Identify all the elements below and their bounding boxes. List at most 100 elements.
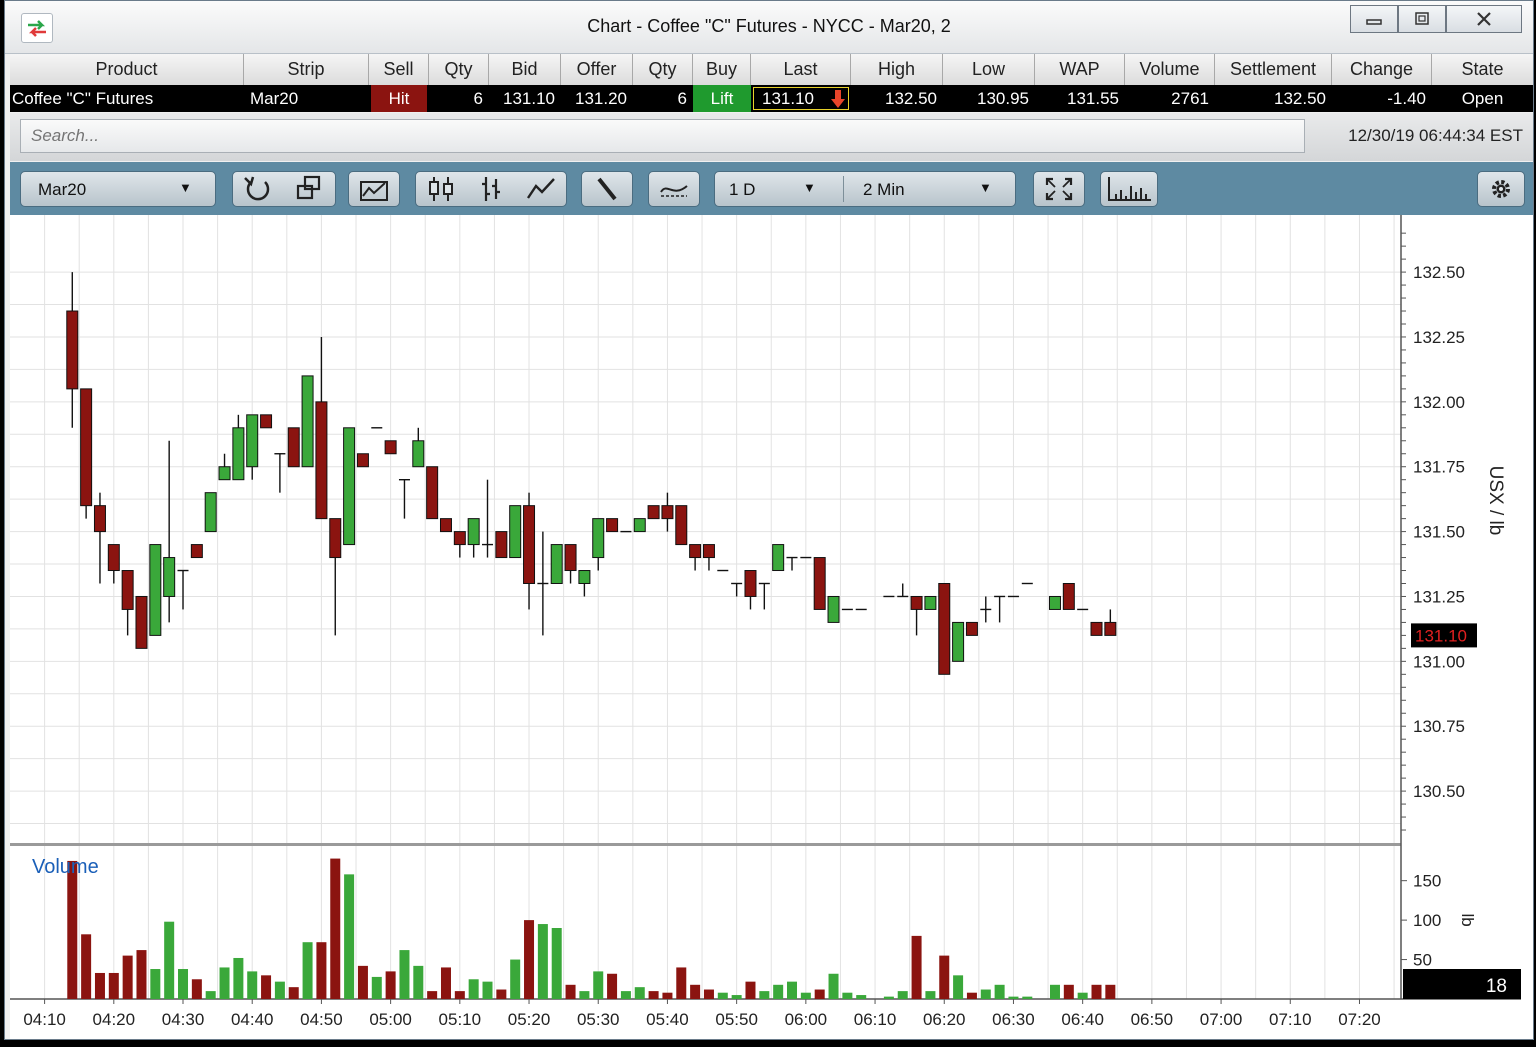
lift-button[interactable]: Lift xyxy=(693,85,751,112)
candle xyxy=(661,492,674,532)
chart-type-button[interactable] xyxy=(348,171,400,207)
col-settlement[interactable]: Settlement xyxy=(1215,54,1332,85)
chevron-down-icon[interactable]: ▼ xyxy=(803,180,816,195)
refresh-icon[interactable] xyxy=(241,174,275,204)
bid-cell[interactable]: 131.10 xyxy=(489,85,561,112)
volume-bar xyxy=(330,858,341,999)
period-interval-group: 1 D ▼ 2 Min ▼ xyxy=(714,171,1016,207)
hit-button[interactable]: Hit xyxy=(371,85,427,112)
time-axis-label: 06:20 xyxy=(923,1010,966,1029)
draw-line-icon xyxy=(597,177,617,201)
col-wap[interactable]: WAP xyxy=(1035,54,1125,85)
settings-button[interactable] xyxy=(1477,171,1525,207)
close-button[interactable] xyxy=(1446,5,1522,33)
col-change[interactable]: Change xyxy=(1332,54,1432,85)
volume-bar xyxy=(440,967,451,999)
candle-body xyxy=(495,531,508,559)
time-axis-label: 07:20 xyxy=(1338,1010,1381,1029)
minimize-button[interactable] xyxy=(1350,5,1398,33)
last-price-tag-label: 131.10 xyxy=(1415,626,1467,645)
col-bid[interactable]: Bid xyxy=(489,54,561,85)
title-bar[interactable]: Chart - Coffee "C" Futures - NYCC - Mar2… xyxy=(5,1,1533,54)
volume-bar xyxy=(828,973,839,999)
indicators-button[interactable] xyxy=(648,171,700,207)
price-axis-label: 131.50 xyxy=(1413,523,1465,542)
candle-body xyxy=(661,505,674,520)
col-offer-qty[interactable]: Qty xyxy=(633,54,693,85)
low-cell: 130.95 xyxy=(977,89,1029,108)
volume-bar xyxy=(565,984,576,999)
col-sell[interactable]: Sell xyxy=(369,54,429,85)
undo-layout-group xyxy=(232,171,336,207)
candle xyxy=(633,518,646,533)
col-product[interactable]: Product xyxy=(10,54,244,85)
col-bid-qty[interactable]: Qty xyxy=(429,54,489,85)
col-volume[interactable]: Volume xyxy=(1125,54,1215,85)
volume-bar xyxy=(316,942,327,999)
candle-body xyxy=(260,414,273,429)
candle xyxy=(994,595,1006,623)
volume-bar xyxy=(205,991,216,999)
fullscreen-button[interactable] xyxy=(1033,171,1085,207)
col-high[interactable]: High xyxy=(851,54,943,85)
chevron-down-icon[interactable]: ▼ xyxy=(979,180,992,195)
volume-bar xyxy=(717,992,728,999)
line-series-icon[interactable] xyxy=(524,174,558,204)
chart-area[interactable]: 132.50 132.25 132.00 131.75 131.50 131.25 131.… xyxy=(10,215,1533,1039)
candle-body xyxy=(523,505,536,584)
col-offer[interactable]: Offer xyxy=(561,54,633,85)
col-strip[interactable]: Strip xyxy=(244,54,369,85)
strip-dropdown[interactable]: Mar20 ▼ xyxy=(20,171,216,207)
indicator-icon xyxy=(660,185,688,197)
candle-body xyxy=(924,595,937,610)
volume-bar xyxy=(454,991,465,999)
candle xyxy=(135,595,148,649)
product-cell: Coffee "C" Futures xyxy=(12,89,154,108)
col-last[interactable]: Last xyxy=(751,54,851,85)
col-low[interactable]: Low xyxy=(943,54,1035,85)
volume-bar xyxy=(690,984,701,999)
draw-tool-button[interactable] xyxy=(581,171,633,207)
search-input[interactable] xyxy=(20,119,1305,153)
volume-bar xyxy=(634,987,645,999)
candle xyxy=(813,557,826,610)
volume-toggle-button[interactable] xyxy=(1100,171,1158,207)
offer-qty-cell: 6 xyxy=(677,89,687,108)
ohlc-bar-icon[interactable] xyxy=(474,174,508,204)
volume-bar xyxy=(759,991,770,999)
volume-bar xyxy=(648,991,659,999)
candle-body xyxy=(550,544,563,584)
volume-bar xyxy=(1008,996,1019,999)
candle-body xyxy=(356,453,369,468)
candlestick-icon[interactable] xyxy=(424,174,458,204)
candle-body xyxy=(965,621,978,636)
price-chart[interactable]: 132.50 132.25 132.00 131.75 131.50 131.25 131.… xyxy=(10,215,1533,1039)
candle-body xyxy=(564,544,577,572)
volume-bar xyxy=(427,991,438,999)
volume-bar xyxy=(344,874,355,999)
offer-cell[interactable]: 131.20 xyxy=(561,85,633,112)
volume-bar xyxy=(164,921,175,999)
volume-bar xyxy=(399,950,410,999)
gear-icon xyxy=(1492,180,1510,198)
duplicate-icon[interactable] xyxy=(293,174,327,204)
candle-body xyxy=(1104,621,1117,636)
col-buy[interactable]: Buy xyxy=(693,54,751,85)
candle-body xyxy=(606,518,619,533)
col-state[interactable]: State xyxy=(1432,54,1533,85)
maximize-button[interactable] xyxy=(1398,5,1446,33)
quote-row[interactable]: Coffee "C" Futures Mar20 Hit 6 131.10 13… xyxy=(10,85,1533,112)
series-style-group xyxy=(415,171,567,207)
candle-body xyxy=(149,544,162,636)
period-dropdown-value[interactable]: 1 D xyxy=(729,180,755,200)
candle xyxy=(107,544,120,584)
candle-body xyxy=(647,505,660,520)
candle xyxy=(190,544,203,559)
candle xyxy=(177,569,189,610)
candle-body xyxy=(744,570,757,597)
volume-bar xyxy=(787,981,798,999)
candle xyxy=(910,595,923,636)
price-axis-label: 131.75 xyxy=(1413,458,1465,477)
volume-bar xyxy=(219,967,230,999)
interval-dropdown-value[interactable]: 2 Min xyxy=(863,180,905,200)
